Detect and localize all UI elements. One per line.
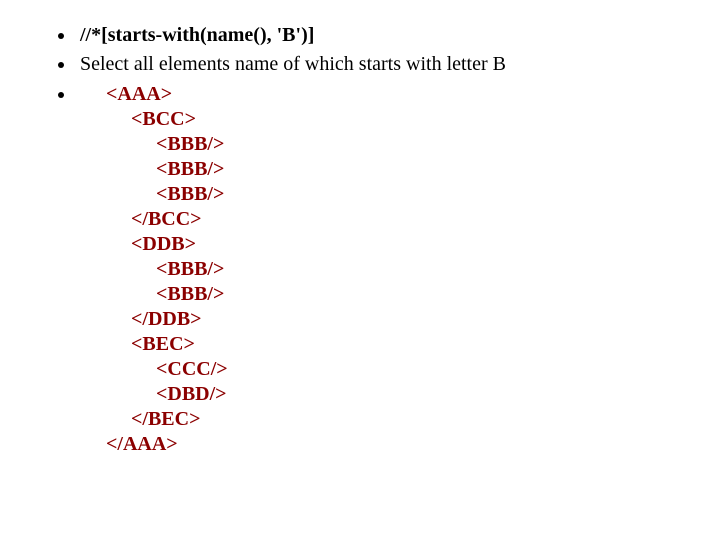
bullet-code: <AAA> <BCC> <BBB/> <BBB/> <BBB/> </BCC> … bbox=[76, 82, 720, 457]
bullet-description: Select all elements name of which starts… bbox=[76, 53, 720, 76]
bullet-xpath: //*[starts-with(name(), 'B')] bbox=[76, 24, 720, 47]
xpath-expression: //*[starts-with(name(), 'B')] bbox=[80, 24, 314, 46]
xml-code-block: <AAA> <BCC> <BBB/> <BBB/> <BBB/> </BCC> … bbox=[106, 82, 720, 457]
bullet-list: //*[starts-with(name(), 'B')] Select all… bbox=[48, 24, 720, 457]
description-text: Select all elements name of which starts… bbox=[80, 53, 506, 75]
slide-content: //*[starts-with(name(), 'B')] Select all… bbox=[0, 0, 720, 457]
